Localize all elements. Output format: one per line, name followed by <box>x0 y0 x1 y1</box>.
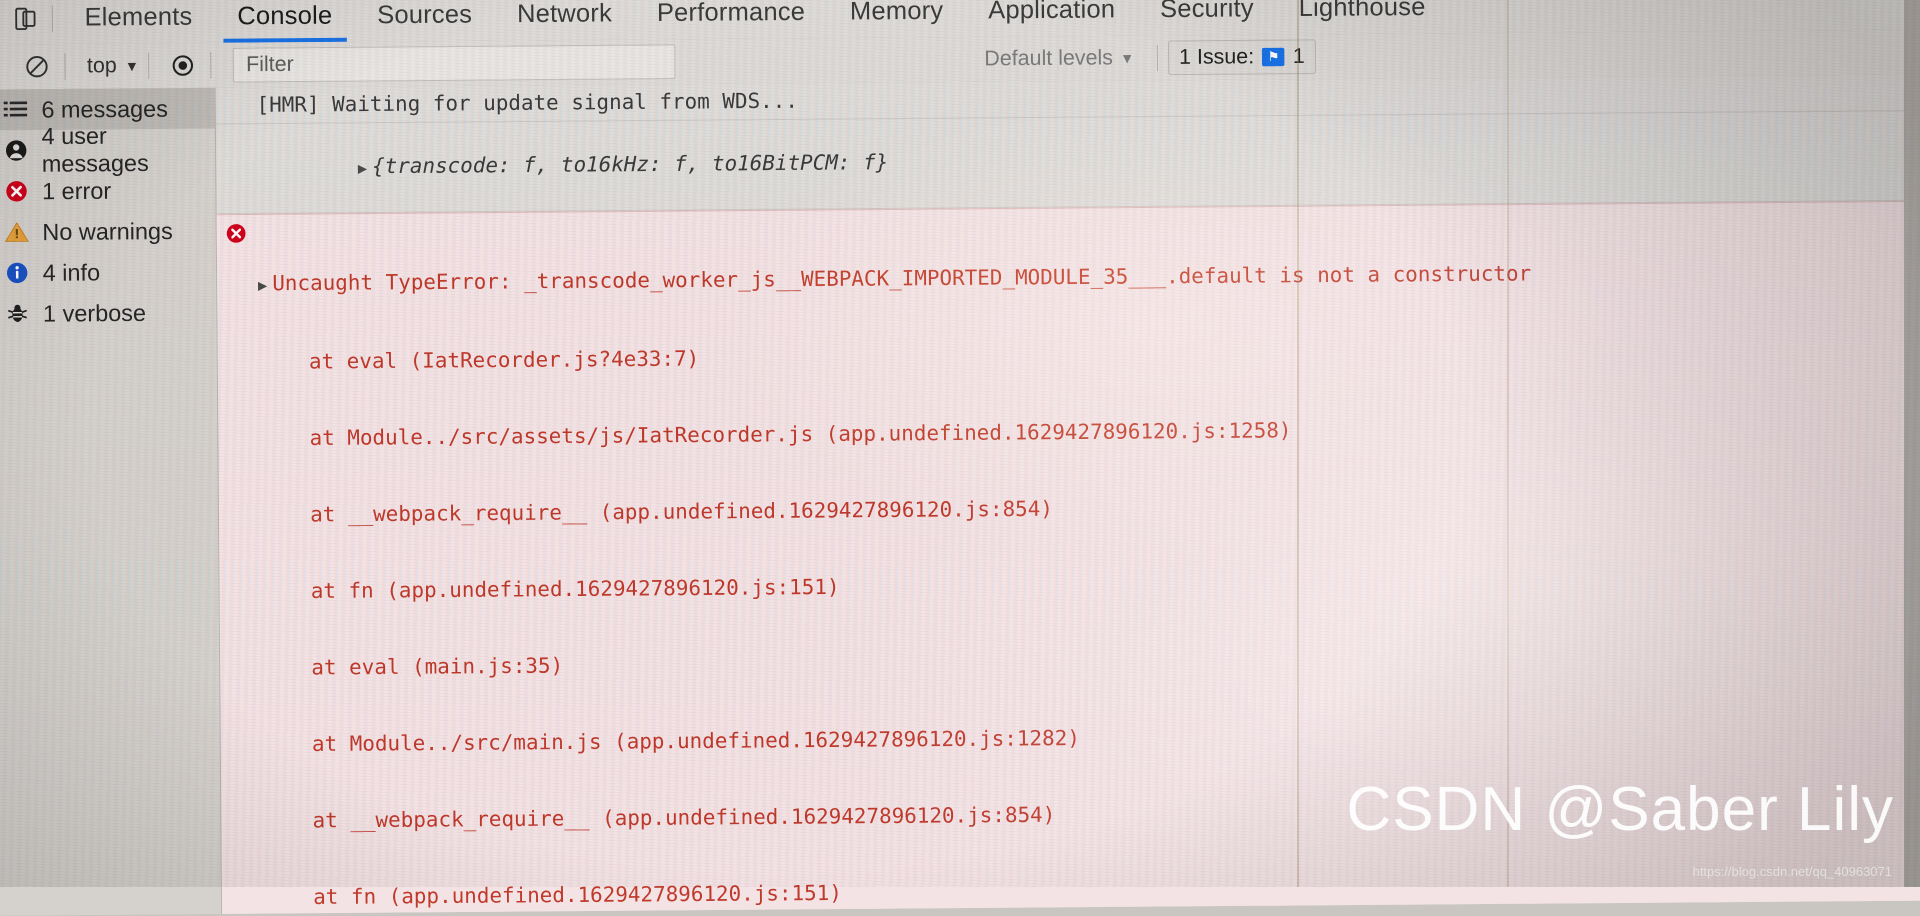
toolbar-divider-5 <box>1157 45 1158 72</box>
error-headline-row: ▶ Uncaught TypeError: _transcode_worker_j… <box>258 258 1920 299</box>
console-sidebar: ▶ 6 messages ▶ 4 user messages ▶ 1 error <box>0 88 222 916</box>
tab-lighthouse[interactable]: Lighthouse <box>1276 0 1448 35</box>
stack-frame-text: at __webpack_require__ (app.undefined.16… <box>262 802 1055 833</box>
stack-frame[interactable]: at __webpack_require__ (app.undefined.16… <box>262 795 1920 834</box>
tab-memory[interactable]: Memory <box>827 0 966 38</box>
sidebar-item-label: 1 error <box>42 177 111 205</box>
tab-label: Security <box>1160 0 1254 24</box>
chevron-down-icon: ▼ <box>1120 50 1134 66</box>
stack-frame-text: at __webpack_require__ (app.undefined.16… <box>260 496 1053 527</box>
info-icon <box>2 261 33 286</box>
tab-sources[interactable]: Sources <box>355 0 495 42</box>
sidebar-toggle-icon[interactable] <box>0 49 13 86</box>
stack-frame[interactable]: at Module../src/assets/js/IatRecorder.js… <box>259 413 1920 452</box>
stack-frame[interactable]: at eval (main.js:35) <box>261 642 1920 681</box>
live-expression-eye-icon[interactable] <box>164 47 201 84</box>
bug-icon <box>2 301 33 326</box>
context-label: top <box>87 54 117 79</box>
sidebar-item-info[interactable]: ▶ 4 info <box>0 251 216 294</box>
issues-button[interactable]: 1 Issue: ⚑ 1 <box>1168 39 1316 75</box>
log-level-label: Default levels <box>984 46 1113 71</box>
console-message-text: {transcode: f, to16kHz: f, to16BitPCM: f… <box>372 150 888 179</box>
sidebar-item-label: No warnings <box>42 217 173 246</box>
error-icon <box>1 179 32 204</box>
execution-context-selector[interactable]: top ▼ <box>87 54 139 79</box>
tab-label: Memory <box>850 0 944 27</box>
tab-label: Elements <box>84 2 192 32</box>
devtools-window: Elements Console Sources Network Perform… <box>0 0 1920 916</box>
issues-count: 1 <box>1293 45 1305 70</box>
warning-icon <box>1 221 32 244</box>
tab-security[interactable]: Security <box>1137 0 1276 36</box>
tab-label: Network <box>517 0 612 29</box>
tab-label: Console <box>237 1 332 31</box>
sidebar-item-label: 6 messages <box>41 95 168 124</box>
sidebar-item-warnings[interactable]: No warnings <box>0 210 216 253</box>
source-link[interactable]: tran <box>1914 116 1920 142</box>
disclosure-triangle-icon[interactable]: ▶ <box>358 159 367 177</box>
tab-label: Lighthouse <box>1299 0 1426 23</box>
stack-frame-text: at fn (app.undefined.1629427896120.js:15… <box>263 880 842 909</box>
tab-label: Sources <box>377 0 472 30</box>
disclosure-triangle-icon[interactable]: ▶ <box>258 276 267 294</box>
console-message-body: ▶ {transcode: f, to16kHz: f, to16BitPCM: … <box>255 116 1920 208</box>
stack-frame-text: at fn (app.undefined.1629427896120.js:15… <box>260 575 839 604</box>
sidebar-item-verbose[interactable]: ▶ 1 verbose <box>0 292 217 335</box>
chevron-down-icon: ▼ <box>125 58 139 74</box>
tab-elements[interactable]: Elements <box>62 0 215 44</box>
tab-application[interactable]: Application <box>966 0 1138 37</box>
issues-label: 1 Issue: <box>1179 45 1254 70</box>
stack-frame-text: at eval (IatRecorder.js?4e33:7) <box>259 346 700 374</box>
filter-placeholder: Filter <box>246 52 294 77</box>
stack-frame[interactable]: at eval (IatRecorder.js?4e33:7) <box>259 336 1920 375</box>
console-row-object[interactable]: ▶ {transcode: f, to16kHz: f, to16BitPCM: … <box>216 111 1920 215</box>
log-level-selector[interactable]: Default levels ▼ <box>984 46 1134 72</box>
clear-console-icon[interactable] <box>18 48 55 85</box>
list-icon <box>1 100 32 119</box>
console-output[interactable]: [HMR] Waiting for update signal from WDS… <box>216 74 1920 914</box>
console-row-error[interactable]: ▶ Uncaught TypeError: _transcode_worker_j… <box>217 200 1920 913</box>
error-message-text: Uncaught TypeError: _transcode_worker_js… <box>272 261 1531 295</box>
row-gutter <box>216 129 255 208</box>
console-error-body: ▶ Uncaught TypeError: _transcode_worker_j… <box>255 207 1920 914</box>
stack-frame-text: at Module../src/main.js (app.undefined.1… <box>262 726 1080 757</box>
sidebar-item-label: 4 user messages <box>41 121 215 177</box>
stack-frame[interactable]: at Module../src/main.js (app.undefined.1… <box>262 719 1920 758</box>
toolbar-divider-2 <box>64 53 65 80</box>
tab-performance[interactable]: Performance <box>634 0 828 40</box>
error-icon <box>225 222 254 914</box>
sidebar-item-label: 4 info <box>43 258 101 286</box>
toolbar-divider-3 <box>148 53 149 80</box>
stack-frame-text: at eval (main.js:35) <box>261 653 563 680</box>
sidebar-item-label: 1 verbose <box>43 299 146 327</box>
toggle-device-toolbar-icon[interactable] <box>8 1 43 36</box>
stack-frame[interactable]: at fn (app.undefined.1629427896120.js:15… <box>260 566 1920 605</box>
user-icon <box>1 138 32 163</box>
issues-badge-icon: ⚑ <box>1262 48 1285 67</box>
tab-console[interactable]: Console <box>215 0 355 43</box>
tab-label: Performance <box>657 0 805 28</box>
tab-label: Application <box>988 0 1115 26</box>
toolbar-divider-4 <box>210 52 211 79</box>
screen-photo: Elements Console Sources Network Perform… <box>0 0 1920 904</box>
sidebar-item-user-messages[interactable]: ▶ 4 user messages <box>0 129 215 172</box>
row-gutter <box>216 93 255 119</box>
toolbar-divider <box>52 5 53 32</box>
inspect-element-icon[interactable] <box>0 1 6 36</box>
stack-frame[interactable]: at fn (app.undefined.1629427896120.js:15… <box>263 872 1920 911</box>
stack-frame[interactable]: at __webpack_require__ (app.undefined.16… <box>260 489 1920 528</box>
stack-frame-text: at Module../src/assets/js/IatRecorder.js… <box>259 418 1291 451</box>
tab-network[interactable]: Network <box>494 0 634 41</box>
filter-input[interactable]: Filter <box>233 44 676 82</box>
